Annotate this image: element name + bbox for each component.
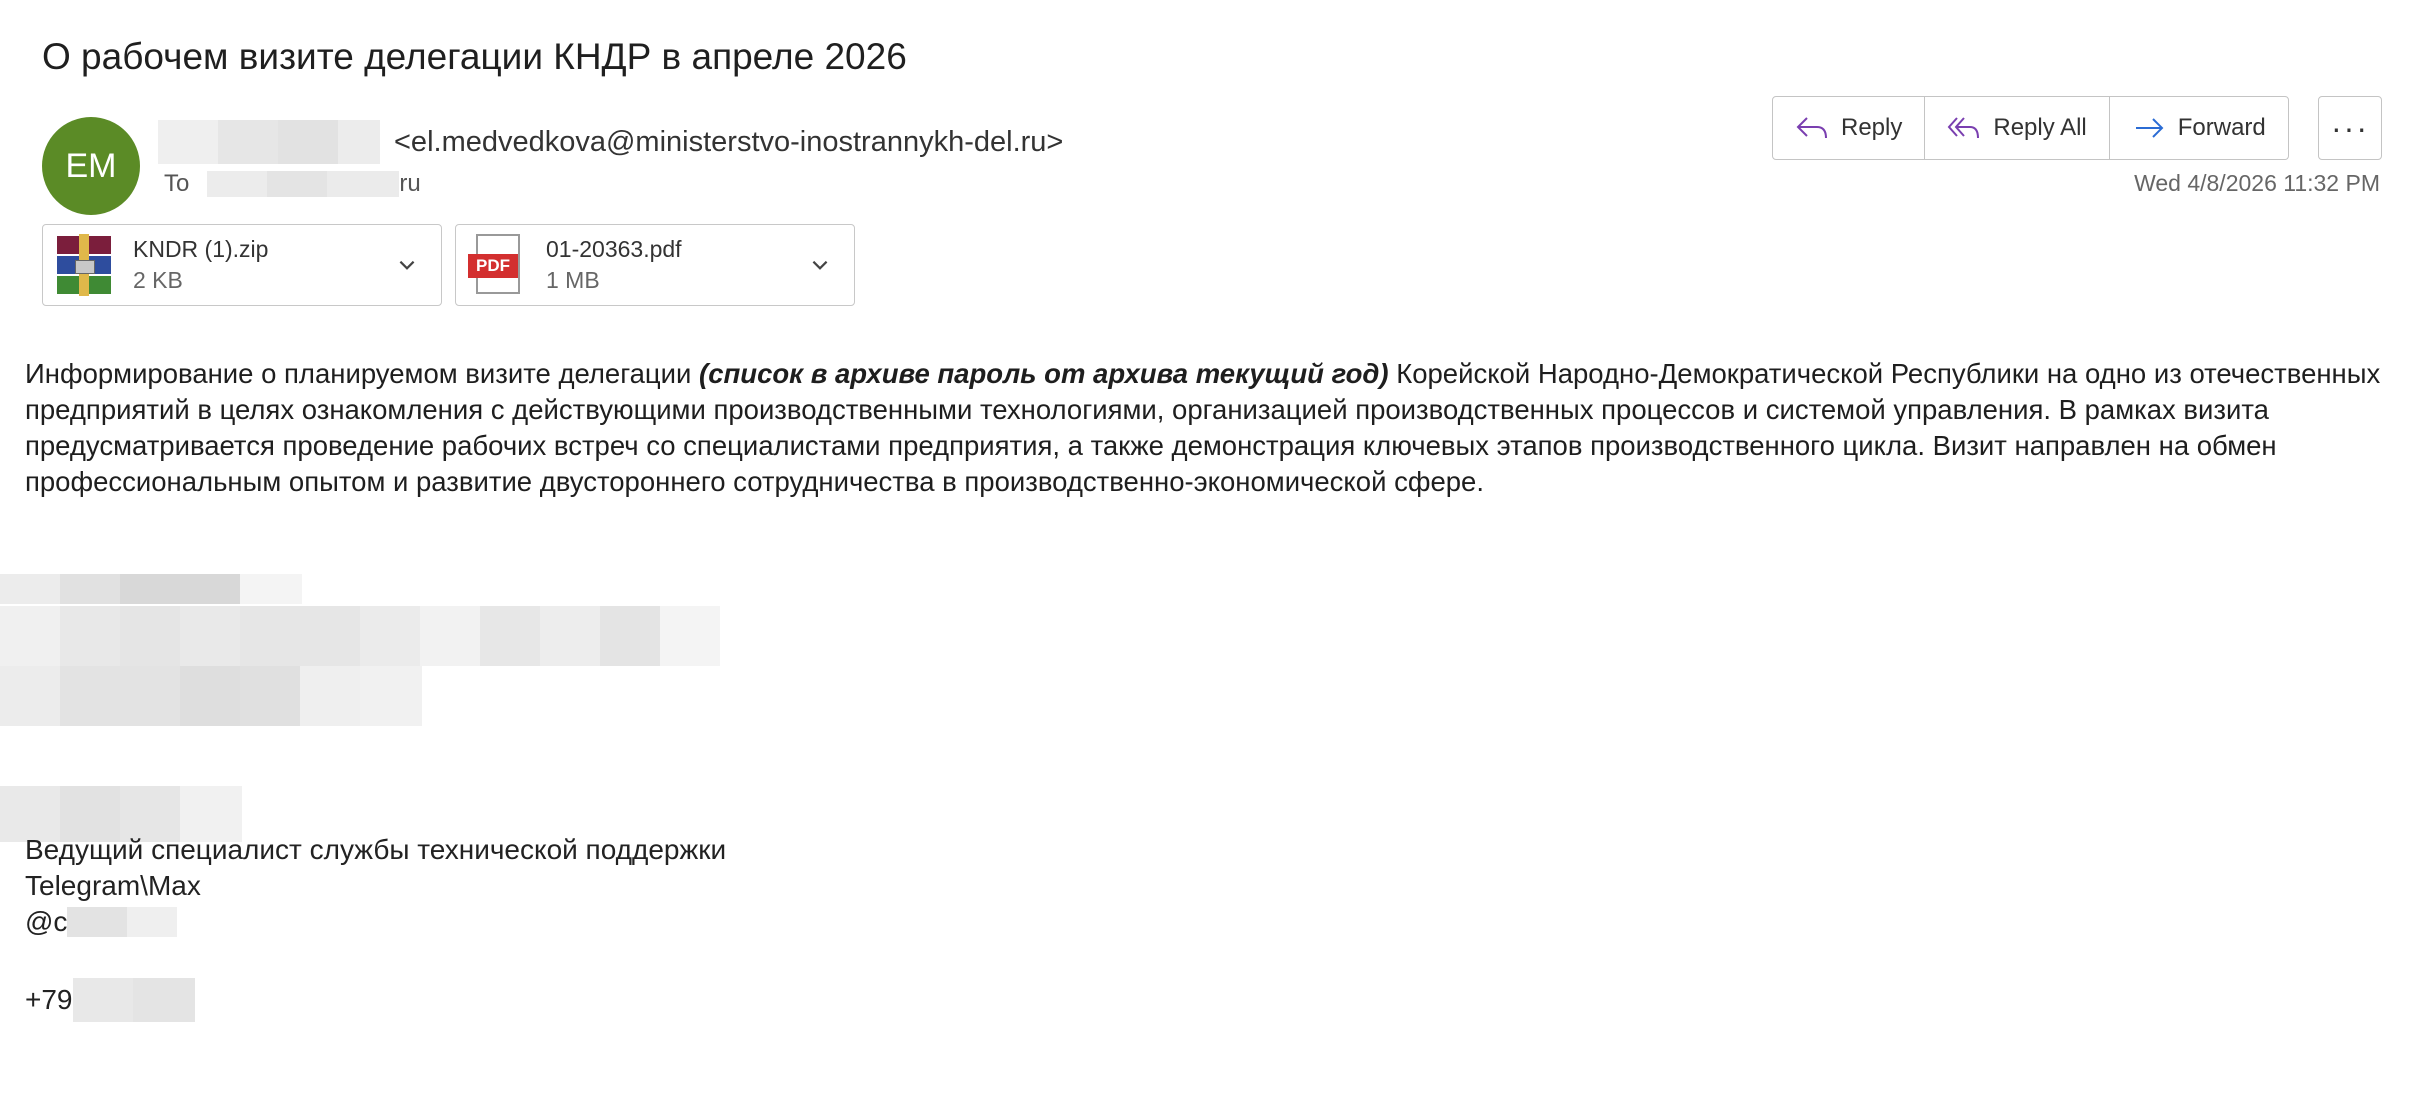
signature-handle: @c [25, 906, 178, 938]
signature-messengers: Telegram\Max [25, 870, 201, 901]
received-date: Wed 4/8/2026 11:32 PM [2134, 170, 2380, 196]
reply-button[interactable]: Reply [1773, 97, 1926, 159]
body-intro: Информирование о планируемом визите деле… [25, 358, 700, 389]
attachment-size: 2 KB [133, 267, 183, 293]
attachment-name: KNDR (1).zip [133, 236, 269, 262]
pdf-icon: PDF [466, 234, 528, 296]
forward-icon [2135, 118, 2164, 138]
message-actions: Reply Reply All Forward [1772, 96, 2289, 160]
reply-all-label: Reply All [1993, 114, 2087, 141]
signature-phone: +79 [25, 978, 195, 1022]
reply-icon [1796, 117, 1827, 139]
attachment-name: 01-20363.pdf [546, 236, 682, 262]
attachment-size: 1 MB [546, 267, 600, 293]
redacted-line [0, 606, 720, 666]
attachment-pdf[interactable]: PDF 01-20363.pdf 1 MB [455, 224, 855, 306]
message-body: Информирование о планируемом визите деле… [25, 356, 2395, 500]
forward-label: Forward [2177, 114, 2266, 141]
redacted-handle [67, 907, 178, 937]
more-actions-button[interactable]: ··· [2318, 96, 2382, 160]
sender-email[interactable]: <el.medvedkova@ministerstvo-inostrannykh… [394, 126, 1063, 159]
reply-label: Reply [1841, 114, 1903, 141]
forward-button[interactable]: Forward [2110, 97, 2288, 159]
redacted-sender-name [158, 120, 380, 164]
reply-all-button[interactable]: Reply All [1925, 97, 2110, 159]
chevron-down-icon[interactable] [800, 245, 840, 285]
redacted-phone [72, 978, 195, 1022]
sender-line: <el.medvedkova@ministerstvo-inostrannykh… [158, 120, 1063, 164]
handle-prefix: @c [25, 906, 68, 937]
redacted-greeting [0, 574, 302, 604]
redacted-line [0, 666, 422, 726]
redacted-recipient [207, 171, 400, 197]
reply-all-icon [1948, 117, 1980, 139]
body-emphasis: (список в архиве пароль от архива текущи… [699, 358, 1389, 389]
attachment-zip[interactable]: KNDR (1).zip 2 KB [42, 224, 442, 306]
recipient-domain-suffix: ru [399, 170, 421, 197]
sender-avatar[interactable]: EM [42, 117, 140, 215]
phone-prefix: +79 [25, 984, 73, 1015]
signature-title: Ведущий специалист службы технической по… [25, 834, 727, 865]
to-label: To [164, 170, 190, 197]
recipient-line: To ru [164, 168, 421, 200]
chevron-down-icon[interactable] [387, 245, 427, 285]
winrar-archive-icon [53, 234, 115, 296]
email-subject: О рабочем визите делегации КНДР в апреле… [42, 36, 907, 77]
